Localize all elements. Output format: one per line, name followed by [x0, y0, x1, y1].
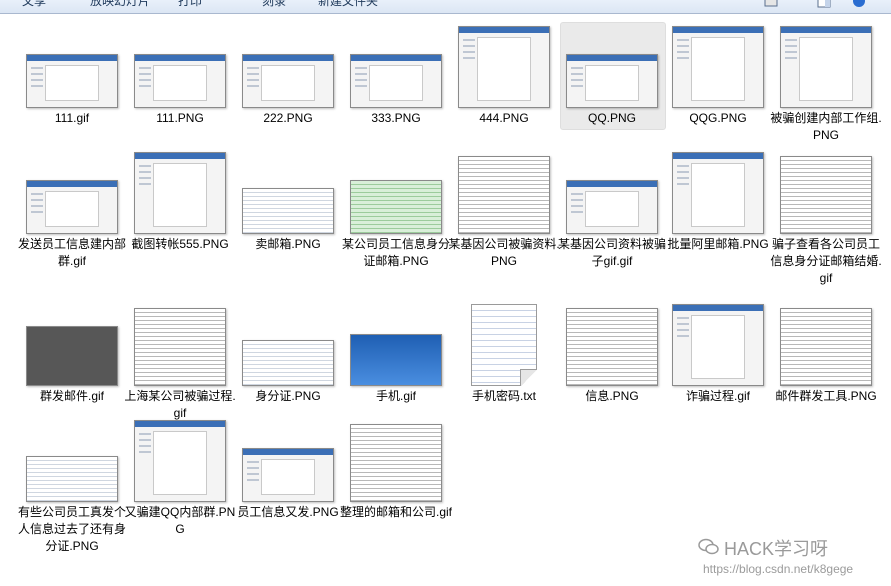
- file-item[interactable]: 333.PNG: [346, 22, 446, 142]
- file-name: 群发邮件.gif: [39, 389, 104, 403]
- file-item[interactable]: 222.PNG: [238, 22, 338, 142]
- image-thumbnail: [134, 152, 226, 234]
- image-thumbnail: [134, 54, 226, 108]
- file-item[interactable]: 批量阿里邮箱.PNG: [667, 148, 769, 268]
- image-thumbnail: [26, 456, 118, 502]
- file-item[interactable]: 整理的邮箱和公司.gif: [340, 416, 452, 536]
- text-file-icon: [471, 304, 537, 386]
- image-thumbnail: [350, 334, 442, 386]
- image-thumbnail: [780, 156, 872, 234]
- image-thumbnail: [458, 156, 550, 234]
- file-name: 批量阿里邮箱.PNG: [667, 237, 769, 251]
- image-thumbnail: [242, 448, 334, 502]
- file-item[interactable]: 444.PNG: [454, 22, 554, 142]
- file-item[interactable]: 手机密码.txt: [454, 300, 554, 420]
- image-thumbnail: [350, 424, 442, 502]
- file-name: 222.PNG: [263, 111, 313, 125]
- image-thumbnail: [242, 54, 334, 108]
- file-item[interactable]: 111.PNG: [130, 22, 230, 142]
- file-name: 111.PNG: [156, 111, 204, 125]
- toolbar-slideshow[interactable]: 放映幻灯片: [90, 0, 150, 9]
- image-thumbnail: [134, 420, 226, 502]
- file-item[interactable]: 员工信息又发.PNG: [237, 416, 339, 536]
- file-name: 身分证.PNG: [255, 389, 321, 403]
- watermark-url: https://blog.csdn.net/k8gege: [703, 562, 854, 576]
- file-item[interactable]: 卖邮箱.PNG: [238, 148, 338, 268]
- file-item[interactable]: 身分证.PNG: [238, 300, 338, 420]
- file-item[interactable]: 骗子查看各公司员工信息身分证邮箱结婚.gif: [770, 148, 882, 285]
- file-item[interactable]: 邮件群发工具.PNG: [775, 300, 877, 420]
- view-options-icon[interactable]: [764, 0, 778, 8]
- file-item[interactable]: 群发邮件.gif: [22, 300, 122, 420]
- image-thumbnail: [566, 180, 658, 234]
- file-item[interactable]: 诈骗过程.gif: [668, 300, 768, 420]
- file-name: 手机密码.txt: [471, 389, 536, 403]
- image-thumbnail: [26, 54, 118, 108]
- file-grid: 111.gif 111.PNG 222.PNG 333.PNG 444.PNG QQ.PN…: [4, 18, 891, 586]
- file-item[interactable]: 信息.PNG: [562, 300, 662, 420]
- file-item[interactable]: 111.gif: [22, 22, 122, 142]
- file-name: QQ.PNG: [587, 111, 636, 125]
- file-item[interactable]: 又骗建QQ内部群.PNG: [125, 416, 235, 536]
- file-item[interactable]: 某公司员工信息身分证邮箱.PNG: [342, 148, 450, 268]
- toolbar-new-folder[interactable]: 新建文件夹: [318, 0, 378, 9]
- file-item[interactable]: 截图转帐555.PNG: [130, 148, 230, 268]
- image-thumbnail: [350, 54, 442, 108]
- image-thumbnail: [780, 26, 872, 108]
- file-name: 信息.PNG: [585, 389, 639, 403]
- file-name: 某基因公司资料被骗子gif.gif: [557, 237, 666, 268]
- image-thumbnail: [350, 180, 442, 234]
- file-item[interactable]: 有些公司员工真发个人信息过去了还有身分证.PNG: [18, 416, 126, 553]
- toolbar-share[interactable]: 文享: [22, 0, 46, 9]
- file-name: 又骗建QQ内部群.PNG: [124, 505, 236, 536]
- file-name: 卖邮箱.PNG: [255, 237, 321, 251]
- file-name: 骗子查看各公司员工信息身分证邮箱结婚.gif: [770, 237, 882, 285]
- file-name: QQG.PNG: [689, 111, 747, 125]
- file-name: 手机.gif: [375, 389, 416, 403]
- image-thumbnail: [26, 326, 118, 386]
- file-name: 111.gif: [54, 111, 90, 125]
- image-thumbnail: [780, 308, 872, 386]
- file-item[interactable]: 手机.gif: [346, 300, 446, 420]
- file-name: 某公司员工信息身分证邮箱.PNG: [341, 237, 450, 268]
- image-thumbnail: [672, 26, 764, 108]
- file-item[interactable]: QQ.PNG: [560, 22, 666, 142]
- file-name: 444.PNG: [479, 111, 529, 125]
- file-item[interactable]: 某基因公司被骗资料.PNG: [448, 148, 560, 268]
- file-name: 333.PNG: [371, 111, 421, 125]
- watermark-title: HACK学习呀: [724, 539, 829, 559]
- image-thumbnail: [458, 26, 550, 108]
- image-thumbnail: [134, 308, 226, 386]
- file-item[interactable]: 被骗创建内部工作组.PNG: [770, 22, 882, 142]
- file-name: 诈骗过程.gif: [685, 389, 750, 403]
- preview-pane-icon[interactable]: [817, 0, 831, 8]
- file-name: 被骗创建内部工作组.PNG: [770, 111, 882, 142]
- image-thumbnail: [242, 340, 334, 386]
- file-item[interactable]: 上海某公司被骗过程.gif: [124, 300, 236, 420]
- image-thumbnail: [672, 304, 764, 386]
- file-item[interactable]: 某基因公司资料被骗子gif.gif: [558, 148, 666, 268]
- toolbar-print[interactable]: 打印: [178, 0, 202, 9]
- file-name: 某基因公司被骗资料.PNG: [448, 237, 560, 268]
- image-thumbnail: [26, 180, 118, 234]
- toolbar-burn[interactable]: 刻录: [262, 0, 286, 9]
- file-item[interactable]: 发送员工信息建内部群.gif: [18, 148, 126, 268]
- image-thumbnail: [672, 152, 764, 234]
- file-name: 有些公司员工真发个人信息过去了还有身分证.PNG: [17, 505, 126, 553]
- file-item[interactable]: QQG.PNG: [668, 22, 768, 142]
- file-name: 发送员工信息建内部群.gif: [17, 237, 126, 268]
- file-name: 邮件群发工具.PNG: [775, 389, 877, 403]
- image-thumbnail: [242, 188, 334, 234]
- help-icon[interactable]: [852, 0, 866, 8]
- file-name: 整理的邮箱和公司.gif: [340, 505, 453, 519]
- explorer-toolbar: 文享 放映幻灯片 打印 刻录 新建文件夹: [0, 0, 891, 14]
- file-name: 截图转帐555.PNG: [131, 237, 229, 251]
- wechat-icon: [698, 538, 719, 555]
- file-name: 员工信息又发.PNG: [237, 505, 339, 519]
- image-thumbnail: [566, 308, 658, 386]
- image-thumbnail: [566, 54, 658, 108]
